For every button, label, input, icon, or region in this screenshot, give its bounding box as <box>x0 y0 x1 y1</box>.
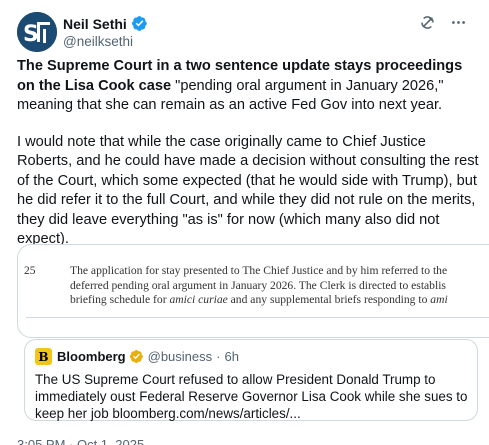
attached-document-image[interactable]: 25 The application for stay presented to… <box>17 244 489 338</box>
document-line-1: The application for stay presented to Th… <box>70 264 448 277</box>
tweet-text: The Supreme Court in a two sentence upda… <box>17 57 479 250</box>
avatar-logo-icon: S <box>17 12 57 52</box>
document-line-3-italic-1: amici curiae <box>169 293 228 307</box>
svg-text:S: S <box>23 22 39 47</box>
quote-timestamp[interactable]: 6h <box>224 349 238 364</box>
tweet-header: S Neil Sethi @neilksethi <box>17 8 477 52</box>
document-line-3-italic-2: ami <box>430 293 448 307</box>
quote-text: The US Supreme Court refused to allow Pr… <box>35 372 468 421</box>
verified-badge-icon <box>131 16 147 31</box>
tweet-timestamp[interactable]: 3:05 PM · Oct 1, 2025 <box>17 437 144 445</box>
tweet-paragraph-2: I would note that while the case origina… <box>17 133 479 248</box>
author-name[interactable]: Neil Sethi <box>63 16 127 32</box>
author-handle[interactable]: @neilksethi <box>63 34 133 49</box>
document-divider <box>26 317 489 318</box>
quote-author-handle[interactable]: @business <box>148 349 213 364</box>
document-line-3: briefing schedule for amici curiae and a… <box>70 293 489 308</box>
tweet-paragraph-1: The Supreme Court in a two sentence upda… <box>17 57 479 116</box>
document-line-3-pre: briefing schedule for <box>70 293 170 307</box>
quoted-tweet[interactable]: B Bloomberg @business · 6h The US Suprem… <box>24 339 478 421</box>
document-line-3-mid: and any supplemental briefs responding t… <box>227 293 431 307</box>
quote-author-name[interactable]: Bloomberg <box>57 349 126 364</box>
grok-icon[interactable] <box>419 14 436 31</box>
document-line-number: 25 <box>24 265 36 277</box>
more-icon[interactable] <box>450 14 467 31</box>
document-excerpt: The application for stay presented to Th… <box>70 264 489 308</box>
quote-separator: · <box>216 349 221 364</box>
document-line-2: deferred pending oral argument in Januar… <box>70 278 446 292</box>
gold-verified-badge-icon <box>129 349 143 364</box>
avatar[interactable]: S <box>17 12 57 52</box>
bloomberg-logo-icon[interactable]: B <box>35 348 52 365</box>
